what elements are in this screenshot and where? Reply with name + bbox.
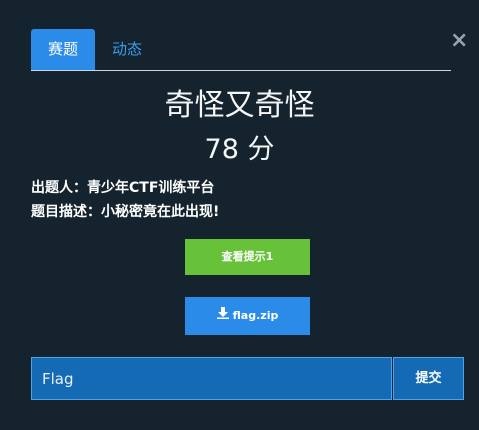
submit-button[interactable]: 提交 [393, 357, 464, 400]
download-file-label: flag.zip [232, 309, 279, 322]
tab-bar: 赛题 动态 [31, 29, 451, 71]
download-icon [216, 297, 229, 335]
tab-challenge[interactable]: 赛题 [31, 29, 95, 70]
challenge-points: 78 分 [204, 134, 275, 165]
download-file-button[interactable]: flag.zip [185, 297, 310, 335]
challenge-description: 题目描述：小秘密竟在此出现! [31, 204, 220, 220]
challenge-title: 奇怪又奇怪 [164, 88, 315, 123]
tab-activity[interactable]: 动态 [112, 29, 142, 70]
view-hint-button[interactable]: 查看提示1 [185, 239, 310, 275]
challenge-author: 出题人：青少年CTF训练平台 [31, 180, 215, 196]
flag-input[interactable] [31, 357, 392, 400]
close-icon[interactable]: × [450, 30, 468, 52]
